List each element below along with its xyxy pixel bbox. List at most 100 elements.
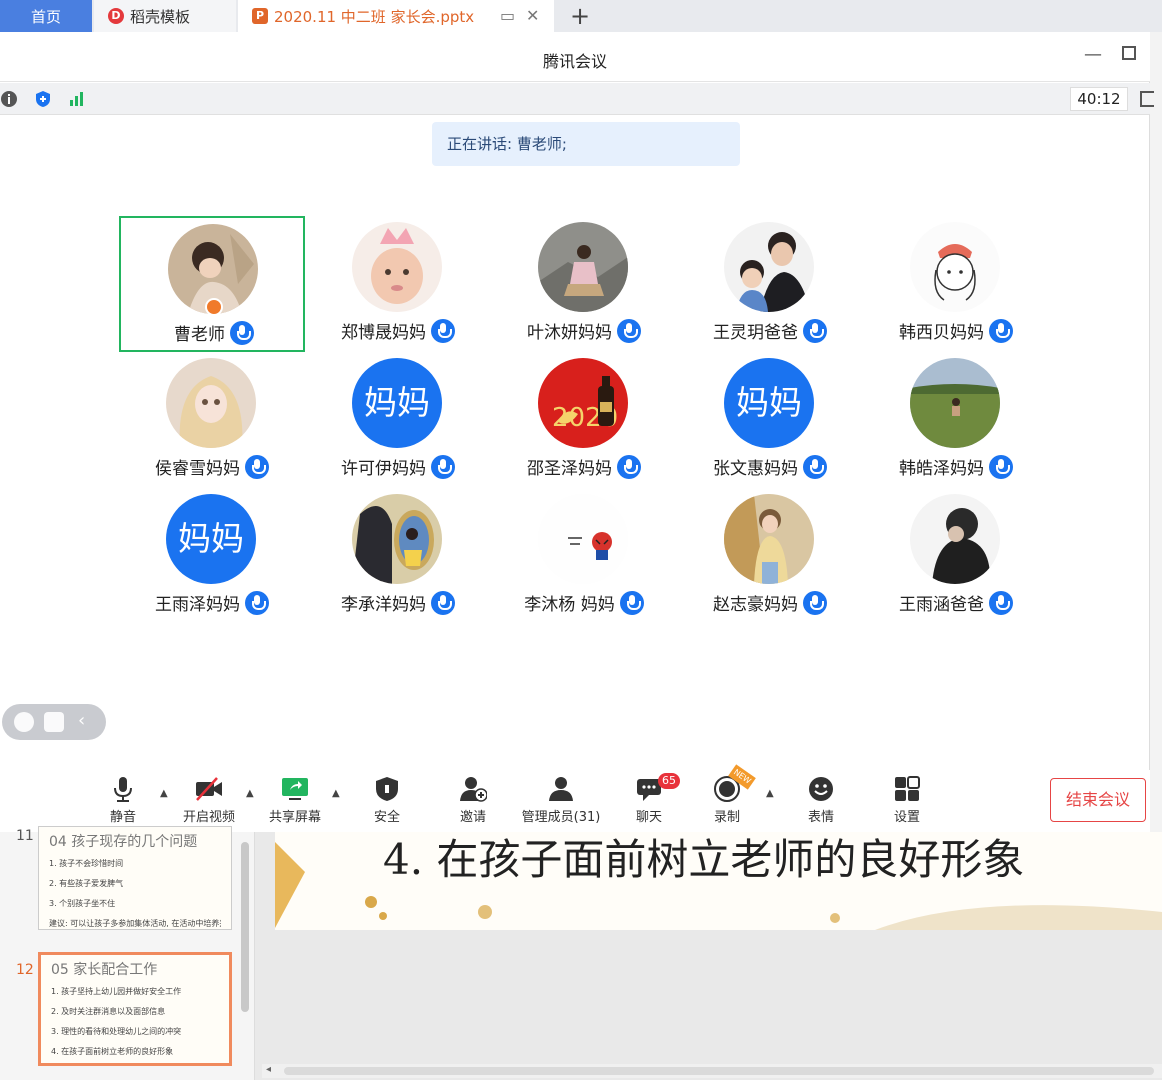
share-options-caret-icon[interactable]: ▲ [332, 788, 340, 799]
avatar [910, 222, 1000, 312]
participant-tile[interactable]: 妈妈 王雨泽妈妈 [119, 488, 305, 624]
microphone-icon[interactable] [431, 591, 455, 615]
microphone-icon[interactable] [431, 319, 455, 343]
avatar [910, 494, 1000, 584]
participant-tile[interactable]: 叶沐妍妈妈 [491, 216, 677, 352]
slide-thumbnail-panel: 11 04 孩子现存的几个问题 1. 孩子不会珍惜时间 2. 有些孩子爱发脾气 … [0, 826, 255, 1080]
tab-home[interactable]: 首页 [0, 0, 92, 32]
record-button[interactable]: NEW 录制 [682, 764, 772, 825]
avatar [538, 222, 628, 312]
chat-label: 聊天 [635, 810, 662, 825]
microphone-icon[interactable] [989, 591, 1013, 615]
shield-icon[interactable] [34, 90, 52, 108]
settings-label: 设置 [893, 810, 920, 825]
participant-tile[interactable]: 侯睿雪妈妈 [119, 352, 305, 488]
participant-name: 王雨泽妈妈 [155, 595, 240, 615]
slide-main-text[interactable]: 4. 在孩子面前树立老师的良好形象 [383, 832, 1024, 887]
slide-thumbnail-selected[interactable]: 05 家长配合工作 1. 孩子坚持上幼儿园并做好安全工作 2. 及时关注群消息以… [38, 952, 232, 1066]
microphone-icon[interactable] [619, 591, 644, 615]
microphone-icon[interactable] [230, 321, 254, 345]
participant-tile[interactable]: 王雨涵爸爸 [863, 488, 1049, 624]
host-badge-icon [205, 298, 223, 316]
settings-button[interactable]: 设置 [862, 776, 952, 825]
record-options-caret-icon[interactable]: ▲ [766, 788, 774, 799]
participant-name: 曹老师 [174, 325, 225, 345]
participant-name: 邵圣泽妈妈 [527, 459, 612, 479]
microphone-icon[interactable] [803, 319, 827, 343]
scroll-left-icon[interactable]: ◂ [266, 1064, 271, 1075]
slide-thumbnail-title: 04 孩子现存的几个问题 [49, 834, 198, 850]
avatar: 妈妈 [166, 494, 256, 584]
chat-button[interactable]: 65 聊天 [604, 773, 694, 825]
slide-thumbnail-line: 1. 孩子不会珍惜时间 [49, 859, 124, 868]
fullscreen-icon[interactable] [1140, 91, 1154, 107]
participant-name: 郑博晟妈妈 [341, 323, 426, 343]
microphone-icon[interactable] [989, 455, 1013, 479]
participant-tile[interactable]: 韩皓泽妈妈 [863, 352, 1049, 488]
thumbnail-scrollbar[interactable] [241, 842, 249, 1012]
avatar [910, 358, 1000, 448]
tab-presentation[interactable]: P 2020.11 中二班 家长会.pptx ▭ ✕ [238, 0, 554, 32]
participant-tile[interactable]: 赵志豪妈妈 [677, 488, 863, 624]
participant-tile[interactable]: 李沐杨 妈妈 [491, 488, 677, 624]
tab-presentation-label: 2020.11 中二班 家长会.pptx [274, 7, 475, 26]
smiley-icon [809, 777, 833, 801]
new-tab-button[interactable]: + [570, 2, 590, 30]
reactions-button[interactable]: 表情 [776, 776, 866, 825]
close-tab-icon[interactable]: ✕ [526, 6, 539, 25]
maximize-button[interactable] [1122, 46, 1136, 60]
security-button[interactable]: 安全 [342, 776, 432, 825]
add-person-icon [460, 777, 487, 802]
participant-tile[interactable]: 郑博晟妈妈 [305, 216, 491, 352]
tab-home-label: 首页 [30, 7, 61, 26]
slide-canvas[interactable]: 4. 在孩子面前树立老师的良好形象 [275, 832, 1162, 930]
mute-button[interactable]: 静音 [78, 776, 168, 825]
share-screen-icon [282, 778, 308, 800]
slide-thumbnail[interactable]: 04 孩子现存的几个问题 1. 孩子不会珍惜时间 2. 有些孩子爱发脾气 3. … [38, 826, 232, 930]
participant-tile[interactable]: 李承洋妈妈 [305, 488, 491, 624]
minimize-button[interactable]: — [1084, 44, 1102, 65]
tab-template[interactable]: D 稻壳模板 [94, 0, 236, 32]
share-screen-button[interactable]: 共享屏幕 [250, 776, 340, 825]
manage-members-label: 管理成员(31) [521, 810, 601, 825]
start-video-button[interactable]: 开启视频 [164, 776, 254, 825]
info-icon[interactable] [0, 90, 18, 108]
horizontal-scrollbar-thumb[interactable] [284, 1067, 1154, 1075]
signal-strength-icon[interactable] [68, 90, 86, 108]
participant-tile[interactable]: 妈妈 许可伊妈妈 [305, 352, 491, 488]
participant-name: 张文惠妈妈 [713, 459, 798, 479]
participant-tile[interactable]: 2020 邵圣泽妈妈 [491, 352, 677, 488]
emoji-icon[interactable] [14, 712, 34, 732]
collapse-arrow-icon[interactable]: ‹ [78, 710, 85, 731]
slide-thumbnail-line: 3. 个别孩子坐不住 [49, 899, 116, 908]
microphone-icon[interactable] [617, 319, 641, 343]
microphone-icon[interactable] [245, 591, 269, 615]
participant-tile[interactable]: 曹老师 [119, 216, 305, 352]
reactions-label: 表情 [807, 810, 834, 825]
participant-name: 叶沐妍妈妈 [527, 323, 612, 343]
microphone-icon[interactable] [989, 319, 1013, 343]
pin-window-icon[interactable]: ▭ [500, 6, 515, 25]
microphone-icon[interactable] [803, 455, 827, 479]
manage-members-button[interactable]: 管理成员(31) [516, 776, 606, 825]
participant-tile[interactable]: 王灵玥爸爸 [677, 216, 863, 352]
slide-thumbnail-line: 1. 孩子坚持上幼儿园并做好安全工作 [51, 987, 182, 996]
microphone-icon[interactable] [431, 455, 455, 479]
slide-thumbnail-line: 2. 及时关注群消息以及面部信息 [51, 1007, 166, 1016]
meeting-window: 腾讯会议 — 40:12 正在讲话: 曹老师; 曹老师 郑博晟妈妈 叶沐妍妈妈 … [0, 32, 1154, 832]
security-shield-icon [376, 777, 398, 801]
avatar [538, 494, 628, 584]
slide-thumbnail-line: 2. 有些孩子爱发脾气 [49, 879, 124, 888]
microphone-icon[interactable] [245, 455, 269, 479]
microphone-icon[interactable] [803, 591, 827, 615]
participant-tile[interactable]: 韩西贝妈妈 [863, 216, 1049, 352]
horizontal-scrollbar[interactable]: ◂ [262, 1064, 1162, 1078]
wps-logo-icon: D [108, 8, 124, 24]
meeting-timer: 40:12 [1070, 87, 1128, 111]
invite-button[interactable]: 邀请 [428, 776, 518, 825]
microphone-icon[interactable] [617, 455, 641, 479]
participant-tile[interactable]: 妈妈 张文惠妈妈 [677, 352, 863, 488]
end-meeting-button[interactable]: 结束会议 [1050, 778, 1146, 822]
message-icon[interactable] [44, 712, 64, 732]
slide-thumbnail-title: 05 家长配合工作 [51, 962, 158, 978]
